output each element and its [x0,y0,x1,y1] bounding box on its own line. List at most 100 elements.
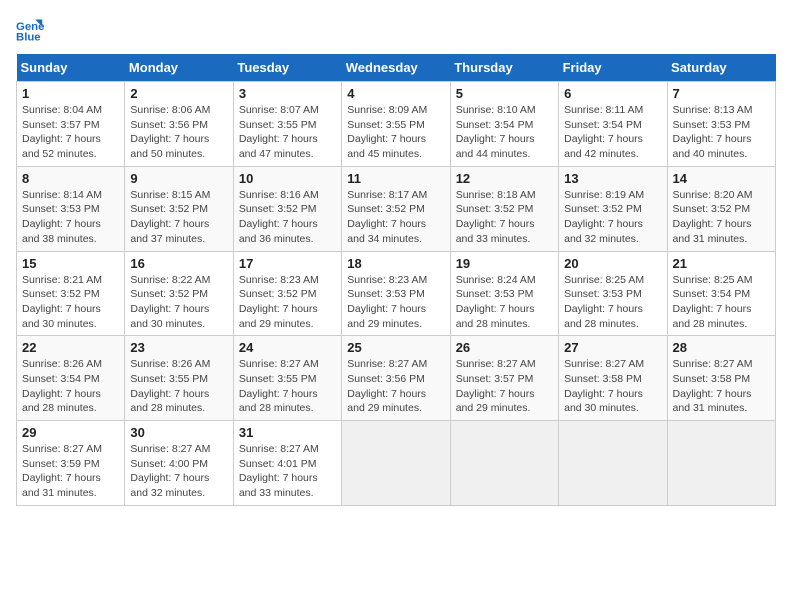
day-info: Sunrise: 8:26 AMSunset: 3:54 PMDaylight:… [22,357,119,416]
calendar-cell: 28 Sunrise: 8:27 AMSunset: 3:58 PMDayligh… [667,336,775,421]
day-number: 14 [673,171,770,186]
day-info: Sunrise: 8:11 AMSunset: 3:54 PMDaylight:… [564,103,661,162]
day-info: Sunrise: 8:04 AMSunset: 3:57 PMDaylight:… [22,103,119,162]
calendar-cell: 22 Sunrise: 8:26 AMSunset: 3:54 PMDayligh… [17,336,125,421]
page-header: General Blue [16,16,776,44]
col-header-saturday: Saturday [667,54,775,82]
day-info: Sunrise: 8:27 AMSunset: 3:55 PMDaylight:… [239,357,336,416]
day-number: 23 [130,340,227,355]
calendar-cell: 16Sunrise: 8:22 AMSunset: 3:52 PMDayligh… [125,251,233,336]
logo: General Blue [16,16,48,44]
day-number: 30 [130,425,227,440]
calendar-cell: 17 Sunrise: 8:23 AMSunset: 3:52 PMDayligh… [233,251,341,336]
day-info: Sunrise: 8:26 AMSunset: 3:55 PMDaylight:… [130,357,227,416]
day-number: 6 [564,86,661,101]
calendar-cell: 7 Sunrise: 8:13 AMSunset: 3:53 PMDaylight… [667,82,775,167]
day-info: Sunrise: 8:07 AMSunset: 3:55 PMDaylight:… [239,103,336,162]
day-number: 17 [239,256,336,271]
calendar-cell: 9 Sunrise: 8:15 AMSunset: 3:52 PMDaylight… [125,166,233,251]
col-header-tuesday: Tuesday [233,54,341,82]
day-info: Sunrise: 8:21 AMSunset: 3:52 PMDaylight:… [22,273,119,332]
day-number: 22 [22,340,119,355]
day-info: Sunrise: 8:19 AMSunset: 3:52 PMDaylight:… [564,188,661,247]
calendar-cell: 4 Sunrise: 8:09 AMSunset: 3:55 PMDaylight… [342,82,450,167]
col-header-friday: Friday [559,54,667,82]
day-info: Sunrise: 8:25 AMSunset: 3:54 PMDaylight:… [673,273,770,332]
calendar-cell: 26 Sunrise: 8:27 AMSunset: 3:57 PMDayligh… [450,336,558,421]
day-info: Sunrise: 8:17 AMSunset: 3:52 PMDaylight:… [347,188,444,247]
day-number: 21 [673,256,770,271]
day-info: Sunrise: 8:27 AMSunset: 3:58 PMDaylight:… [673,357,770,416]
day-number: 27 [564,340,661,355]
day-info: Sunrise: 8:23 AMSunset: 3:53 PMDaylight:… [347,273,444,332]
week-row-3: 15 Sunrise: 8:21 AMSunset: 3:52 PMDayligh… [17,251,776,336]
calendar-cell [450,421,558,506]
calendar-cell: 20Sunrise: 8:25 AMSunset: 3:53 PMDayligh… [559,251,667,336]
day-number: 13 [564,171,661,186]
day-info: Sunrise: 8:09 AMSunset: 3:55 PMDaylight:… [347,103,444,162]
day-info: Sunrise: 8:18 AMSunset: 3:52 PMDaylight:… [456,188,553,247]
calendar-cell: 2 Sunrise: 8:06 AMSunset: 3:56 PMDaylight… [125,82,233,167]
col-header-wednesday: Wednesday [342,54,450,82]
col-header-monday: Monday [125,54,233,82]
day-info: Sunrise: 8:27 AMSunset: 3:56 PMDaylight:… [347,357,444,416]
calendar-cell: 24 Sunrise: 8:27 AMSunset: 3:55 PMDayligh… [233,336,341,421]
calendar-cell: 10 Sunrise: 8:16 AMSunset: 3:52 PMDayligh… [233,166,341,251]
day-info: Sunrise: 8:27 AMSunset: 3:57 PMDaylight:… [456,357,553,416]
day-number: 25 [347,340,444,355]
calendar-cell: 21 Sunrise: 8:25 AMSunset: 3:54 PMDayligh… [667,251,775,336]
day-number: 15 [22,256,119,271]
day-number: 31 [239,425,336,440]
calendar-cell: 15 Sunrise: 8:21 AMSunset: 3:52 PMDayligh… [17,251,125,336]
calendar-cell: 18 Sunrise: 8:23 AMSunset: 3:53 PMDayligh… [342,251,450,336]
day-number: 29 [22,425,119,440]
day-number: 24 [239,340,336,355]
day-info: Sunrise: 8:27 AMSunset: 3:59 PMDaylight:… [22,442,119,501]
col-header-sunday: Sunday [17,54,125,82]
logo-icon: General Blue [16,16,44,44]
calendar-cell [559,421,667,506]
calendar-cell: 11 Sunrise: 8:17 AMSunset: 3:52 PMDayligh… [342,166,450,251]
day-number: 19 [456,256,553,271]
day-info: Sunrise: 8:15 AMSunset: 3:52 PMDaylight:… [130,188,227,247]
day-info: Sunrise: 8:27 AMSunset: 4:00 PMDaylight:… [130,442,227,501]
week-row-5: 29 Sunrise: 8:27 AMSunset: 3:59 PMDayligh… [17,421,776,506]
day-number: 8 [22,171,119,186]
week-row-1: 1 Sunrise: 8:04 AMSunset: 3:57 PMDaylight… [17,82,776,167]
day-info: Sunrise: 8:23 AMSunset: 3:52 PMDaylight:… [239,273,336,332]
calendar-cell [667,421,775,506]
day-number: 5 [456,86,553,101]
day-info: Sunrise: 8:06 AMSunset: 3:56 PMDaylight:… [130,103,227,162]
day-number: 9 [130,171,227,186]
calendar-cell: 30 Sunrise: 8:27 AMSunset: 4:00 PMDayligh… [125,421,233,506]
day-number: 4 [347,86,444,101]
day-number: 3 [239,86,336,101]
day-number: 20 [564,256,661,271]
day-number: 1 [22,86,119,101]
week-row-4: 22 Sunrise: 8:26 AMSunset: 3:54 PMDayligh… [17,336,776,421]
day-info: Sunrise: 8:13 AMSunset: 3:53 PMDaylight:… [673,103,770,162]
day-number: 10 [239,171,336,186]
calendar-cell: 27Sunrise: 8:27 AMSunset: 3:58 PMDayligh… [559,336,667,421]
day-number: 18 [347,256,444,271]
calendar-cell: 13 Sunrise: 8:19 AMSunset: 3:52 PMDayligh… [559,166,667,251]
calendar-cell: 1 Sunrise: 8:04 AMSunset: 3:57 PMDaylight… [17,82,125,167]
calendar-cell: 19 Sunrise: 8:24 AMSunset: 3:53 PMDayligh… [450,251,558,336]
day-info: Sunrise: 8:24 AMSunset: 3:53 PMDaylight:… [456,273,553,332]
calendar-cell: 29 Sunrise: 8:27 AMSunset: 3:59 PMDayligh… [17,421,125,506]
day-number: 2 [130,86,227,101]
calendar-cell: 3 Sunrise: 8:07 AMSunset: 3:55 PMDaylight… [233,82,341,167]
day-info: Sunrise: 8:20 AMSunset: 3:52 PMDaylight:… [673,188,770,247]
calendar-cell: 6 Sunrise: 8:11 AMSunset: 3:54 PMDaylight… [559,82,667,167]
calendar-cell: 12Sunrise: 8:18 AMSunset: 3:52 PMDayligh… [450,166,558,251]
calendar-cell: 25 Sunrise: 8:27 AMSunset: 3:56 PMDayligh… [342,336,450,421]
calendar-cell: 31Sunrise: 8:27 AMSunset: 4:01 PMDayligh… [233,421,341,506]
day-number: 26 [456,340,553,355]
calendar-table: SundayMondayTuesdayWednesdayThursdayFrid… [16,54,776,506]
day-number: 28 [673,340,770,355]
svg-text:Blue: Blue [16,32,41,44]
day-number: 7 [673,86,770,101]
day-info: Sunrise: 8:16 AMSunset: 3:52 PMDaylight:… [239,188,336,247]
day-info: Sunrise: 8:10 AMSunset: 3:54 PMDaylight:… [456,103,553,162]
day-number: 11 [347,171,444,186]
